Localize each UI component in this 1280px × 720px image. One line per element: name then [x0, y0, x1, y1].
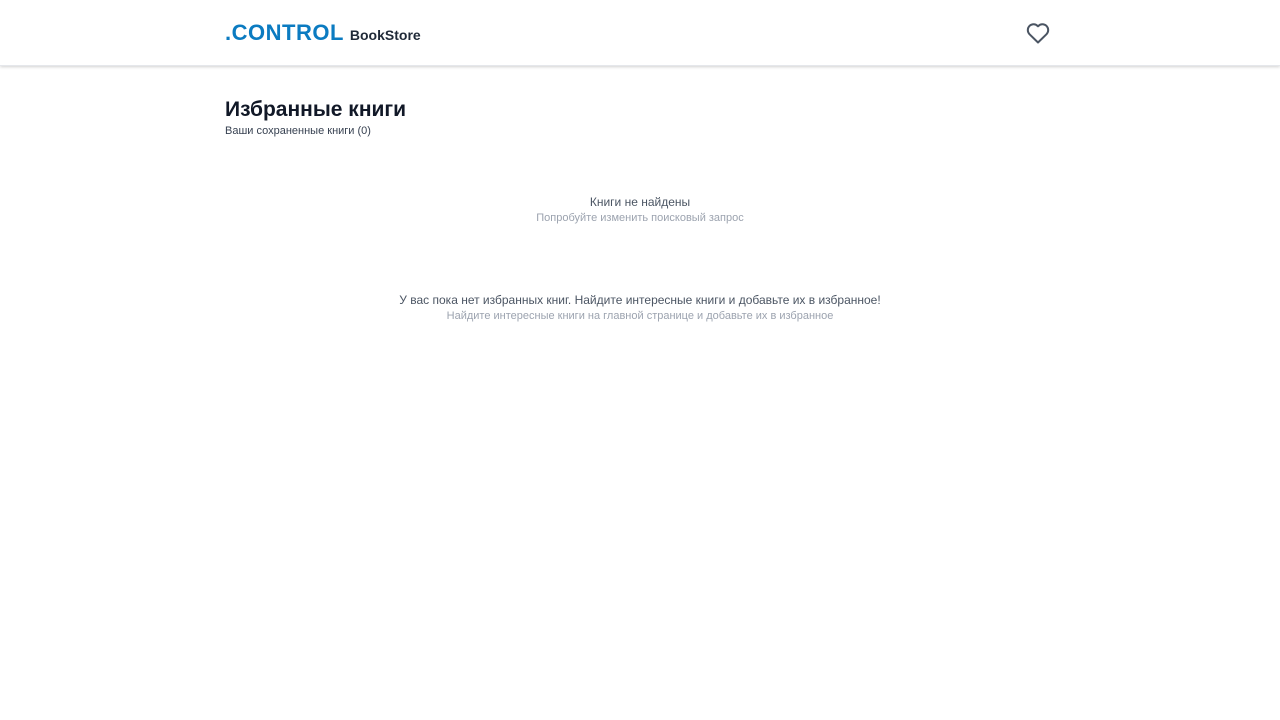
page-subtitle: Ваши сохраненные книги (0) — [225, 125, 371, 137]
favorites-empty-state: У вас пока нет избранных книг. Найдите и… — [0, 292, 1280, 323]
top-header: .CONTROL BookStore — [0, 0, 1280, 66]
favorites-empty-hint: Найдите интересные книги на главной стра… — [446, 310, 834, 322]
favorites-button[interactable] — [1022, 18, 1054, 48]
heart-icon — [1026, 23, 1050, 44]
logo-link[interactable]: .CONTROL BookStore — [225, 20, 421, 46]
search-empty-title: Книги не найдены — [589, 195, 691, 209]
favorites-empty-title: У вас пока нет избранных книг. Найдите и… — [399, 293, 881, 307]
logo-subtitle: BookStore — [349, 27, 421, 43]
page-title: Избранные книги — [225, 98, 407, 121]
logo-brand: .CONTROL — [225, 20, 344, 45]
search-empty-state: Книги не найдены Попробуйте изменить пои… — [0, 194, 1280, 225]
main-content: Избранные книги Ваши сохраненные книги (… — [225, 96, 1055, 138]
search-empty-hint: Попробуйте изменить поисковый запрос — [536, 212, 744, 224]
